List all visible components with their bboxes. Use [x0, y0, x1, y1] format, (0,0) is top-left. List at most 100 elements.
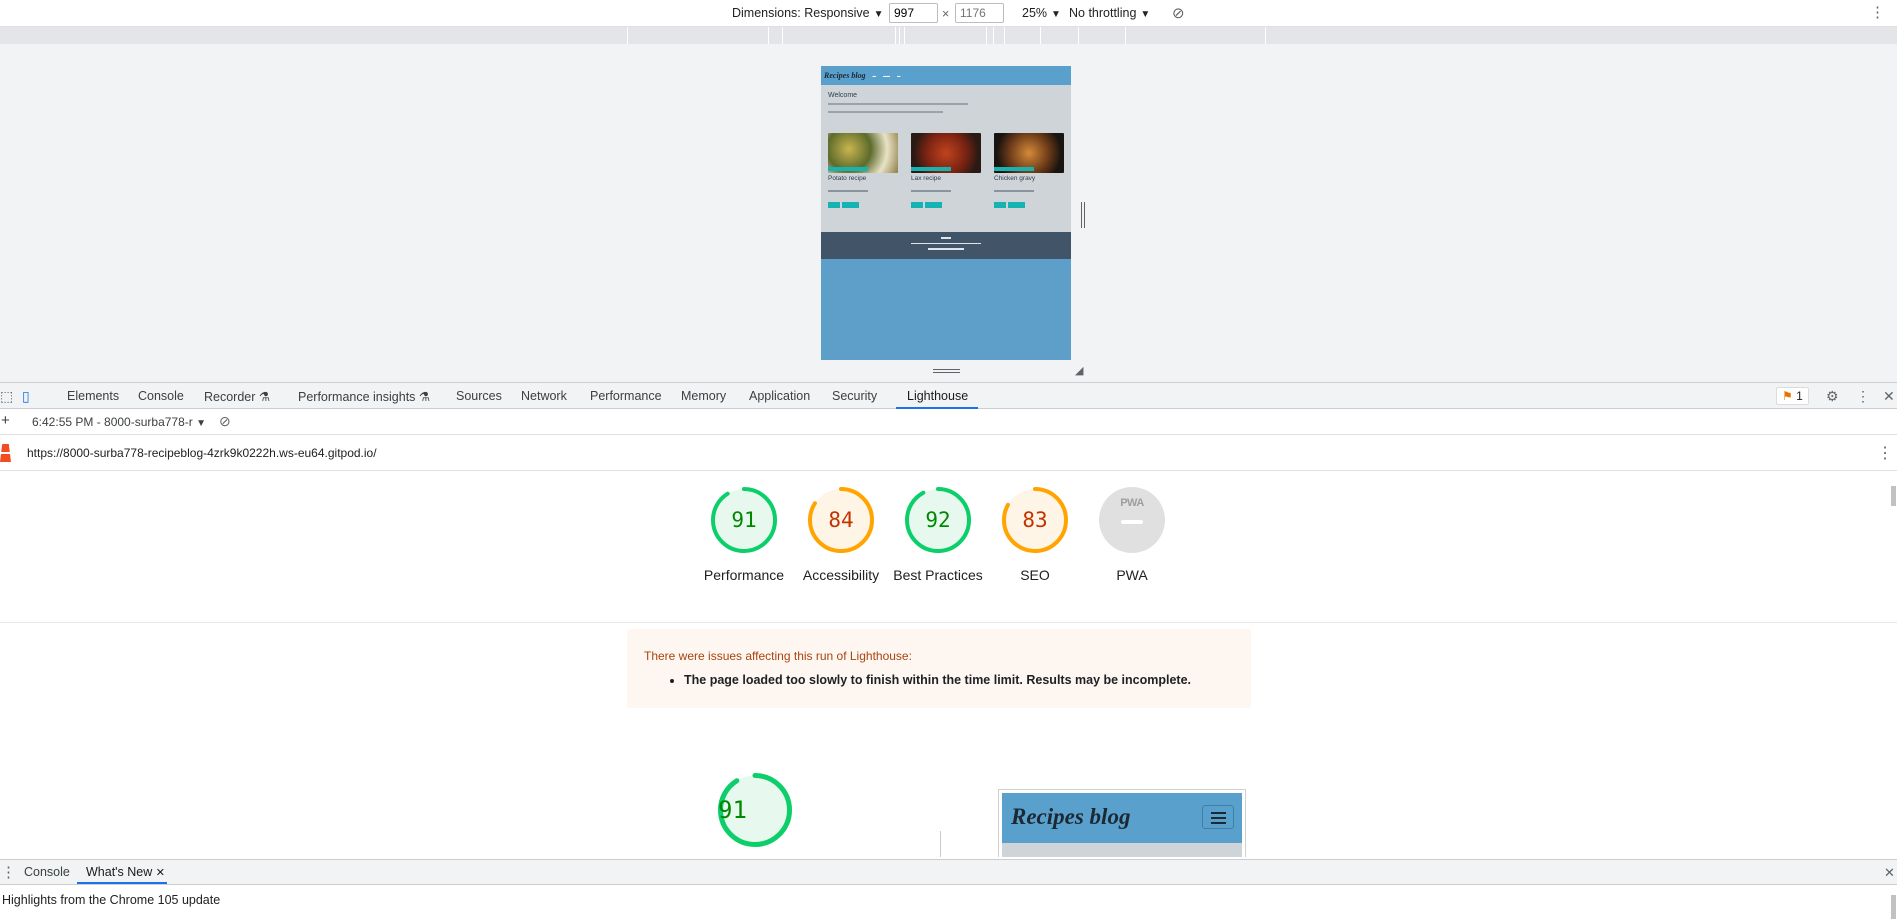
settings-gear-icon[interactable]: ⚙: [1826, 388, 1839, 405]
drawer-scrollbar-thumb[interactable]: [1891, 895, 1896, 919]
warning-item: The page loaded too slowly to finish wit…: [684, 673, 1191, 687]
gauge-accessibility[interactable]: 84 Accessibility: [793, 487, 889, 585]
tab-network[interactable]: Network: [521, 389, 567, 403]
resize-corner-icon[interactable]: ◢: [1075, 364, 1083, 377]
height-input[interactable]: [955, 3, 1004, 23]
preview-card-meta: [994, 190, 1034, 192]
tab-lighthouse[interactable]: Lighthouse: [907, 389, 968, 403]
gauge-score: 91: [718, 796, 747, 824]
media-query-segment[interactable]: [627, 27, 628, 44]
preview-footer: [821, 232, 1071, 259]
report-selector-dropdown[interactable]: 6:42:55 PM - 8000-surba778-r ▼: [32, 415, 206, 429]
media-query-segment[interactable]: [1004, 27, 1005, 44]
dimensions-dropdown[interactable]: Dimensions: Responsive ▼: [732, 6, 883, 20]
tab-performance[interactable]: Performance: [590, 389, 662, 403]
zoom-dropdown[interactable]: 25% ▼: [1022, 6, 1061, 20]
preview-navbar: Recipes blog ▬ ▬▬ ▬: [821, 66, 1071, 85]
media-query-segment[interactable]: [895, 27, 896, 44]
width-input[interactable]: [889, 3, 938, 23]
issues-counter[interactable]: ⚑ 1: [1776, 387, 1809, 405]
devtools-tabbar: ⬚ ▯ Elements Console Recorder ⚗ Performa…: [0, 382, 1897, 409]
chevron-down-icon: ▼: [873, 9, 884, 20]
drawer-tab-console[interactable]: Console: [24, 865, 70, 879]
preview-welcome: Welcome: [828, 92, 858, 99]
gauge-performance[interactable]: 91 Performance: [696, 487, 792, 585]
media-query-segment[interactable]: [904, 27, 905, 44]
more-options-icon[interactable]: ⋮: [1870, 3, 1885, 21]
report-scrollbar-thumb[interactable]: [1891, 486, 1896, 506]
screenshot-navbar: Recipes blog: [1002, 793, 1242, 843]
gauge-seo[interactable]: 83 SEO: [987, 487, 1083, 585]
preview-card-meta: [911, 190, 951, 192]
gauge-label: SEO: [1020, 567, 1050, 583]
preview-card-meta: [828, 190, 868, 192]
rotate-disabled-icon[interactable]: ⊘: [1172, 4, 1185, 22]
media-query-segment[interactable]: [986, 27, 987, 44]
lighthouse-toolbar: + 6:42:55 PM - 8000-surba778-r ▼ ⊘: [0, 409, 1897, 435]
preview-edit-button: [911, 201, 923, 208]
media-query-segment[interactable]: [899, 27, 900, 44]
warning-flag-icon: ⚑: [1782, 389, 1793, 403]
throttling-dropdown[interactable]: No throttling ▼: [1069, 6, 1150, 20]
tab-sources[interactable]: Sources: [456, 389, 502, 403]
gauge-best-practices[interactable]: 92 Best Practices: [890, 487, 986, 585]
media-query-bar[interactable]: [0, 27, 1897, 44]
preview-nav-link: ▬▬: [883, 73, 891, 78]
final-screenshot: Recipes blog: [998, 789, 1246, 857]
media-query-segment[interactable]: [782, 27, 783, 44]
device-toolbar-toggle-icon[interactable]: ▯: [22, 388, 30, 405]
gauge-score: 91: [731, 508, 757, 532]
resize-handle-right[interactable]: [1081, 202, 1085, 228]
preview-card: Chicken gravy: [994, 133, 1064, 208]
tab-security[interactable]: Security: [832, 389, 877, 403]
tab-elements[interactable]: Elements: [67, 389, 119, 403]
clear-reports-icon[interactable]: ⊘: [219, 413, 231, 430]
tab-performance-insights[interactable]: Performance insights ⚗: [298, 389, 430, 404]
report-url[interactable]: https://8000-surba778-recipeblog-4zrk9k0…: [27, 446, 377, 460]
preview-card-image: [911, 133, 981, 173]
metrics-divider: [940, 831, 941, 857]
media-query-segment[interactable]: [768, 27, 769, 44]
zoom-value: 25%: [1022, 6, 1048, 20]
times-icon: ×: [942, 7, 950, 21]
close-tab-icon[interactable]: ✕: [156, 867, 165, 879]
close-devtools-icon[interactable]: ✕: [1883, 388, 1895, 405]
drawer-tab-whats-new[interactable]: What's New ✕: [86, 865, 165, 879]
tab-console[interactable]: Console: [138, 389, 184, 403]
more-options-icon[interactable]: ⋮: [1856, 388, 1870, 405]
preview-card-title: Potato recipe: [828, 175, 867, 182]
preview-footer-line: [911, 242, 981, 244]
inspect-element-icon[interactable]: ⬚: [0, 388, 13, 405]
gauge-label: Performance: [703, 567, 785, 583]
media-query-segment[interactable]: [993, 27, 994, 44]
media-query-segment[interactable]: [1125, 27, 1126, 44]
close-drawer-icon[interactable]: ✕: [1884, 865, 1895, 881]
media-query-segment[interactable]: [1078, 27, 1079, 44]
resize-handle-bottom[interactable]: [933, 369, 960, 373]
preview-delete-button: [842, 201, 859, 208]
preview-brand: Recipes blog: [824, 71, 866, 80]
gauge-pwa[interactable]: PWA PWA: [1084, 487, 1180, 585]
emulated-page-preview[interactable]: Recipes blog ▬ ▬▬ ▬ Welcome Potato recip…: [821, 66, 1071, 360]
media-query-segment[interactable]: [1265, 27, 1266, 44]
preview-card-image: [828, 133, 898, 173]
throttling-value: No throttling: [1069, 6, 1137, 20]
new-report-plus-icon[interactable]: +: [1, 412, 10, 429]
lighthouse-logo-icon: [0, 444, 11, 462]
gauge-ring: 84: [808, 487, 874, 553]
preview-text-line: [828, 111, 943, 113]
media-query-segment[interactable]: [1040, 27, 1041, 44]
tab-memory[interactable]: Memory: [681, 389, 726, 403]
tab-application[interactable]: Application: [749, 389, 810, 403]
tab-recorder[interactable]: Recorder ⚗: [204, 389, 270, 404]
pwa-badge-text: PWA: [1120, 497, 1144, 509]
runtime-warning-box: There were issues affecting this run of …: [627, 629, 1251, 708]
experiment-flask-icon: ⚗: [258, 390, 271, 404]
drawer-menu-icon[interactable]: ⋮: [1, 863, 16, 881]
preview-card-title: Lax recipe: [911, 175, 941, 182]
report-selector-value: 6:42:55 PM - 8000-surba778-r: [32, 415, 193, 429]
experiment-flask-icon: ⚗: [418, 390, 431, 404]
gauge-ring: 83: [1002, 487, 1068, 553]
report-menu-icon[interactable]: ⋮: [1877, 443, 1893, 463]
tab-recorder-label: Recorder: [204, 390, 256, 404]
